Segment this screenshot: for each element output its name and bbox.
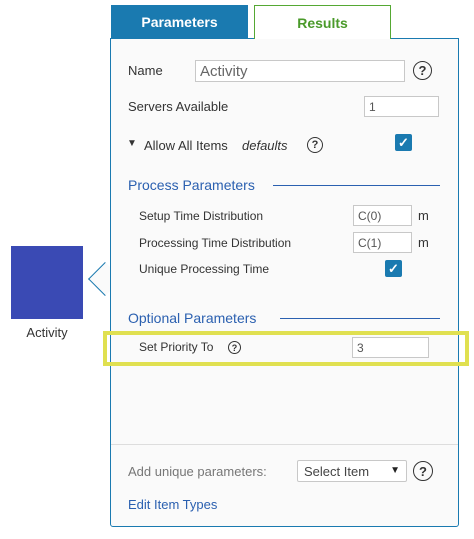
footer-divider bbox=[111, 444, 458, 445]
process-parameters-divider bbox=[273, 185, 440, 186]
setup-time-unit: m bbox=[418, 208, 429, 223]
panel-pointer-mask bbox=[111, 262, 125, 296]
tab-results[interactable]: Results bbox=[254, 5, 391, 39]
processing-time-label: Processing Time Distribution bbox=[139, 236, 292, 250]
check-icon: ✓ bbox=[388, 260, 399, 276]
activity-node-label: Activity bbox=[26, 325, 68, 340]
name-label: Name bbox=[128, 63, 163, 78]
servers-available-input[interactable]: 1 bbox=[364, 96, 439, 117]
servers-available-label: Servers Available bbox=[128, 99, 229, 114]
tab-parameters[interactable]: Parameters bbox=[111, 5, 248, 39]
optional-parameters-title: Optional Parameters bbox=[128, 310, 257, 326]
select-value: Select Item bbox=[304, 463, 370, 479]
check-icon: ✓ bbox=[398, 134, 409, 150]
add-unique-parameters-select[interactable]: Select Item ▼ bbox=[297, 460, 407, 482]
optional-parameters-divider bbox=[280, 318, 440, 319]
name-input[interactable]: Activity bbox=[195, 60, 405, 82]
allow-all-defaults-label: defaults bbox=[242, 138, 288, 153]
name-help-icon[interactable]: ? bbox=[413, 61, 432, 80]
processing-time-unit: m bbox=[418, 235, 429, 250]
processing-time-input[interactable]: C(1) bbox=[353, 232, 412, 253]
allow-all-caret-icon[interactable]: ▼ bbox=[127, 138, 137, 149]
add-unique-parameters-label: Add unique parameters: bbox=[128, 464, 267, 479]
add-unique-help-icon[interactable]: ? bbox=[413, 461, 433, 481]
select-caret-icon: ▼ bbox=[390, 465, 400, 476]
unique-processing-time-label: Unique Processing Time bbox=[139, 262, 270, 276]
priority-highlight-box bbox=[103, 331, 469, 366]
allow-all-help-icon[interactable]: ? bbox=[307, 137, 323, 153]
allow-all-items-label[interactable]: Allow All Items bbox=[144, 138, 228, 153]
allow-all-items-checkbox[interactable]: ✓ bbox=[395, 134, 412, 151]
process-parameters-title: Process Parameters bbox=[128, 177, 255, 193]
edit-item-types-link[interactable]: Edit Item Types bbox=[128, 497, 217, 512]
setup-time-input[interactable]: C(0) bbox=[353, 205, 412, 226]
unique-processing-time-checkbox[interactable]: ✓ bbox=[385, 260, 402, 277]
activity-node[interactable] bbox=[11, 246, 83, 319]
setup-time-label: Setup Time Distribution bbox=[139, 209, 264, 223]
